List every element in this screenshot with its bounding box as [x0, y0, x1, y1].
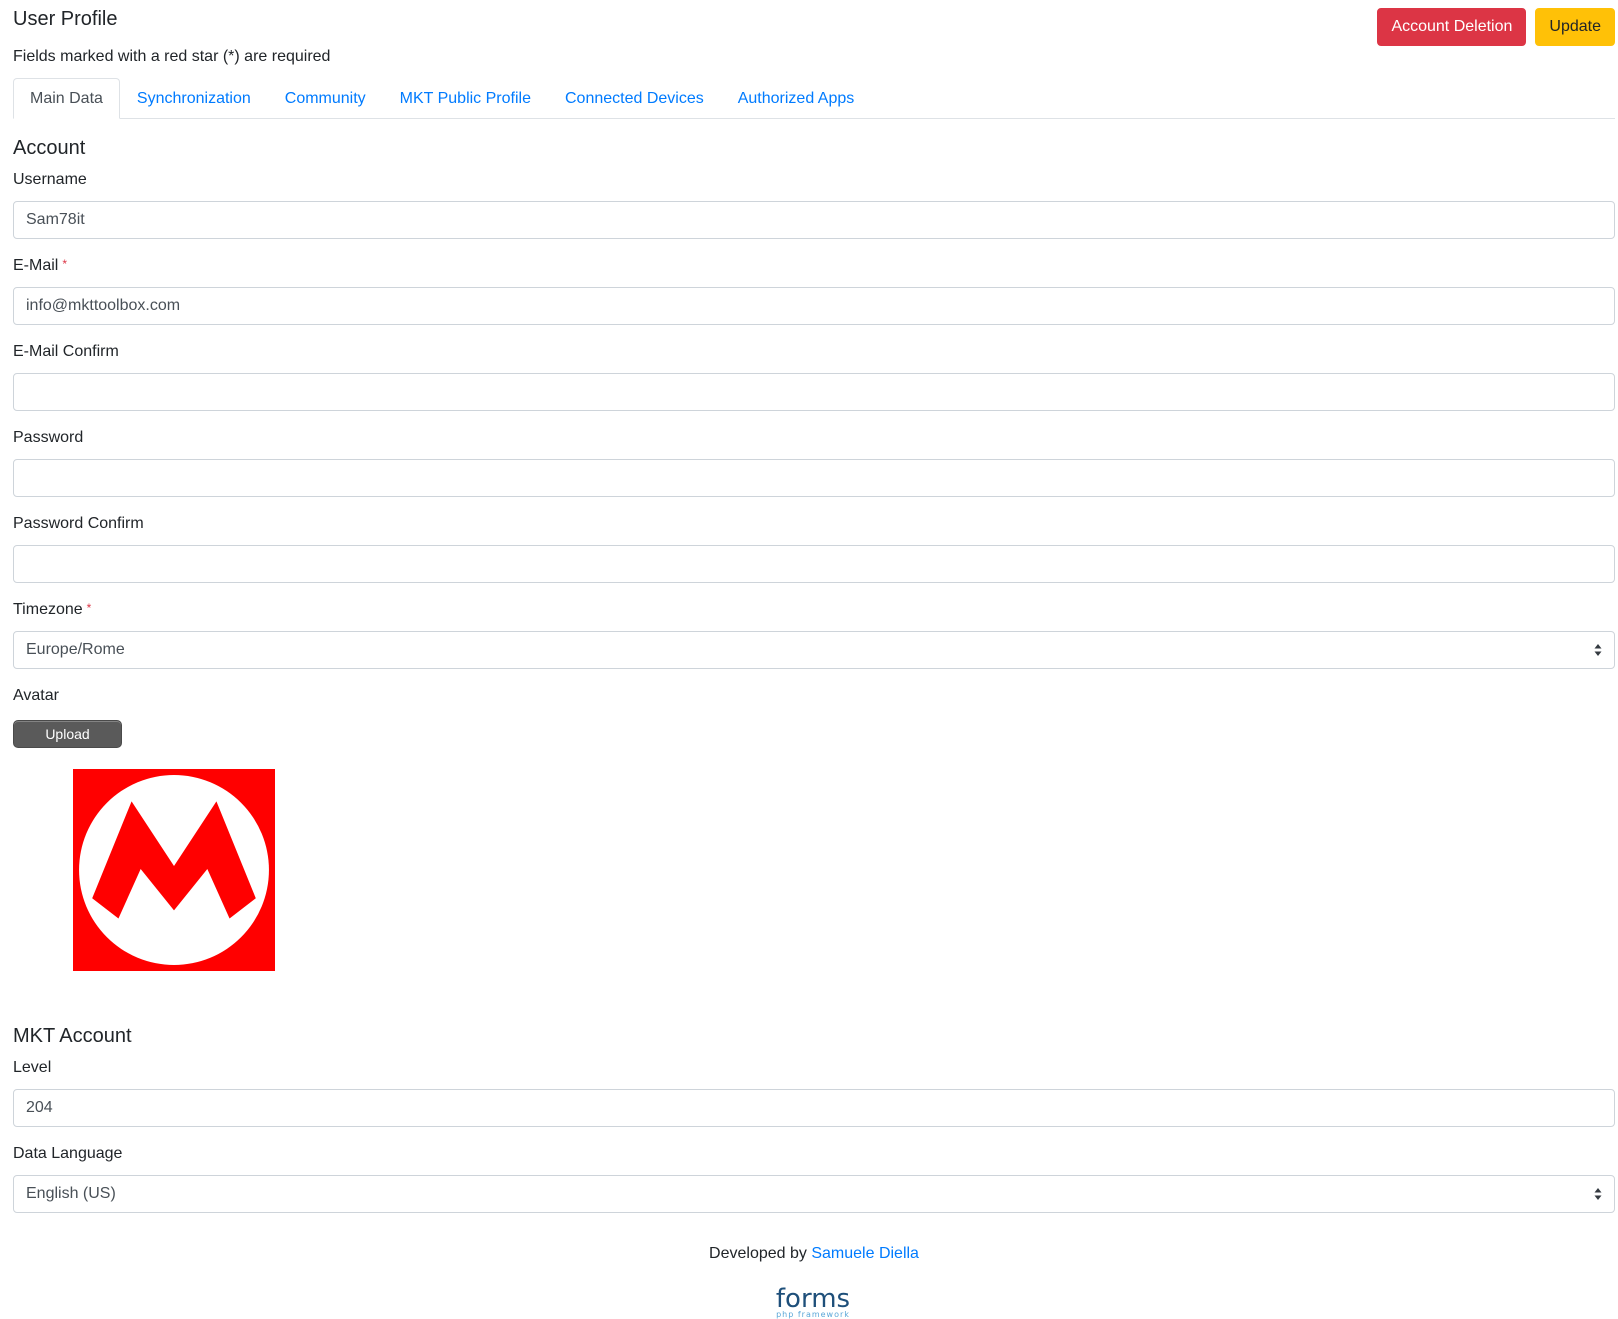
username-field[interactable]: Sam78it	[13, 201, 1615, 239]
tab-synchronization[interactable]: Synchronization	[120, 78, 268, 119]
timezone-label-text: Timezone	[13, 601, 83, 618]
header-actions: Account Deletion Update	[1377, 8, 1615, 46]
required-fields-note: Fields marked with a red star (*) are re…	[13, 48, 331, 65]
timezone-selected-value: Europe/Rome	[26, 641, 125, 658]
avatar-image	[73, 769, 275, 971]
tab-main-data[interactable]: Main Data	[13, 78, 120, 119]
page-title: User Profile	[13, 8, 118, 30]
data-language-label: Data Language	[13, 1145, 123, 1162]
avatar-label: Avatar	[13, 687, 59, 704]
update-button[interactable]: Update	[1535, 8, 1615, 46]
timezone-select[interactable]: Europe/Rome	[13, 631, 1615, 669]
account-deletion-button[interactable]: Account Deletion	[1377, 8, 1527, 46]
required-star: *	[62, 257, 68, 271]
timezone-label: Timezone *	[13, 601, 91, 619]
data-language-selected-value: English (US)	[26, 1185, 116, 1202]
level-field[interactable]: 204	[13, 1089, 1615, 1127]
username-label: Username	[13, 171, 87, 188]
developed-by-text: Developed by	[709, 1245, 807, 1262]
data-language-select[interactable]: English (US)	[13, 1175, 1615, 1213]
tab-connected-devices[interactable]: Connected Devices	[548, 78, 721, 119]
tab-community[interactable]: Community	[268, 78, 383, 119]
tab-authorized-apps[interactable]: Authorized Apps	[721, 78, 872, 119]
forms-framework-logo: forms php framework	[776, 1284, 850, 1319]
email-confirm-field[interactable]	[13, 373, 1615, 411]
author-link[interactable]: Samuele Diella	[811, 1245, 919, 1262]
password-label: Password	[13, 429, 84, 446]
select-updown-icon	[1594, 644, 1602, 656]
required-star: *	[86, 601, 92, 615]
password-confirm-label: Password Confirm	[13, 515, 144, 532]
email-label: E-Mail *	[13, 257, 67, 275]
account-section-title: Account	[13, 137, 86, 159]
footer-credit: Developed by Samuele Diella	[13, 1245, 1615, 1263]
email-field[interactable]: info@mkttoolbox.com	[13, 287, 1615, 325]
avatar-upload-button[interactable]: Upload	[13, 720, 122, 748]
email-label-text: E-Mail	[13, 257, 59, 274]
password-field[interactable]	[13, 459, 1615, 497]
user-profile-page: User Profile Fields marked with a red st…	[13, 0, 1615, 1319]
email-confirm-label: E-Mail Confirm	[13, 343, 119, 360]
profile-tabs: Main Data Synchronization Community MKT …	[13, 78, 1615, 119]
logo-subtitle: php framework	[776, 1310, 850, 1319]
mkt-account-section-title: MKT Account	[13, 1025, 132, 1047]
select-updown-icon	[1594, 1188, 1602, 1200]
tab-mkt-public-profile[interactable]: MKT Public Profile	[383, 78, 548, 119]
password-confirm-field[interactable]	[13, 545, 1615, 583]
level-label: Level	[13, 1059, 52, 1076]
